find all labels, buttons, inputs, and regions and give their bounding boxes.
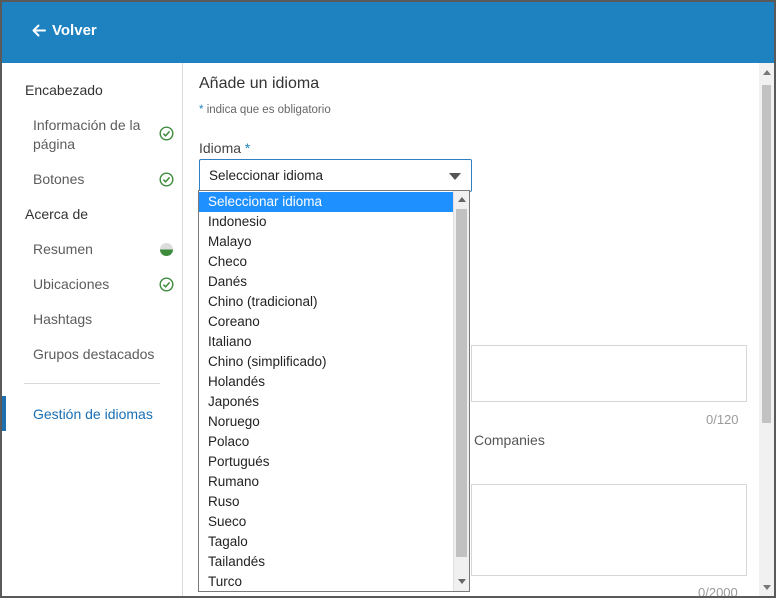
page-scrollbar[interactable] <box>759 63 774 596</box>
back-label: Volver <box>52 22 97 39</box>
dropdown-option[interactable]: Indonesio <box>199 212 454 232</box>
sidebar-item-label-line1: Información de la <box>33 117 141 133</box>
dropdown-option[interactable]: Seleccionar idioma <box>199 192 454 212</box>
dropdown-option[interactable]: Coreano <box>199 312 454 332</box>
sidebar-section-acerca-de: Acerca de <box>25 206 89 222</box>
sidebar-item-botones[interactable]: Botones <box>33 170 84 189</box>
sidebar-item-info-pagina[interactable]: Información de la página <box>33 116 140 154</box>
check-circle-icon <box>159 172 174 187</box>
dropdown-options: Seleccionar idioma Indonesio Malayo Checo Da… <box>199 192 454 591</box>
scroll-down-icon[interactable] <box>763 585 771 590</box>
check-circle-icon <box>159 277 174 292</box>
caret-down-icon <box>449 173 461 180</box>
sidebar-item-grupos-destacados[interactable]: Grupos destacados <box>33 345 154 364</box>
sidebar-item-gestion-idiomas[interactable]: Gestión de idiomas <box>33 406 153 422</box>
header-bar: Volver <box>2 2 774 63</box>
dropdown-option[interactable]: Chino (tradicional) <box>199 292 454 312</box>
sidebar-section-encabezado: Encabezado <box>25 82 103 98</box>
dropdown-option[interactable]: Checo <box>199 252 454 272</box>
sidebar-divider <box>24 383 160 384</box>
scroll-down-icon[interactable] <box>458 579 466 584</box>
dropdown-option[interactable]: Ruso <box>199 492 454 512</box>
dropdown-option[interactable]: Rumano <box>199 472 454 492</box>
sidebar-item-label-line2: página <box>33 136 76 152</box>
sidebar-item-hashtags[interactable]: Hashtags <box>33 310 92 329</box>
language-dropdown-list: Seleccionar idioma Indonesio Malayo Checo Da… <box>198 190 470 592</box>
language-select-value: Seleccionar idioma <box>209 168 324 183</box>
dropdown-option[interactable]: Noruego <box>199 412 454 432</box>
scroll-up-icon[interactable] <box>458 197 466 202</box>
dropdown-option[interactable]: Portugués <box>199 452 454 472</box>
scroll-up-icon[interactable] <box>763 70 771 75</box>
required-note: * indica que es obligatorio <box>199 104 331 116</box>
language-label-text: Idioma <box>199 140 242 156</box>
dropdown-scrollbar[interactable] <box>453 191 469 591</box>
back-button[interactable]: Volver <box>32 22 97 39</box>
dropdown-option[interactable]: Tailandés <box>199 552 454 572</box>
companies-text: Companies <box>474 432 545 448</box>
page-title: Añade un idioma <box>199 75 320 92</box>
language-label: Idioma * <box>199 140 250 156</box>
required-note-text: indica que es obligatorio <box>206 104 331 116</box>
active-indicator <box>2 396 6 431</box>
arrow-left-icon <box>32 24 46 37</box>
half-filled-circle-icon <box>160 243 173 256</box>
dropdown-option[interactable]: Italiano <box>199 332 454 352</box>
headline-char-count: 0/120 <box>706 412 739 427</box>
scrollbar-thumb[interactable] <box>762 85 771 423</box>
sidebar: Encabezado Información de la página Boto… <box>2 63 183 596</box>
dropdown-option[interactable]: Turco <box>199 572 454 591</box>
dropdown-option[interactable]: Tagalo <box>199 532 454 552</box>
required-star: * <box>199 104 204 116</box>
check-circle-icon <box>159 126 174 141</box>
headline-textarea[interactable] <box>471 345 747 402</box>
language-select[interactable]: Seleccionar idioma <box>199 159 472 192</box>
dropdown-option[interactable]: Polaco <box>199 432 454 452</box>
description-textarea[interactable] <box>471 484 747 576</box>
required-star: * <box>244 140 251 156</box>
dropdown-option[interactable]: Sueco <box>199 512 454 532</box>
dropdown-option[interactable]: Danés <box>199 272 454 292</box>
sidebar-item-resumen[interactable]: Resumen <box>33 240 93 259</box>
dropdown-option[interactable]: Japonés <box>199 392 454 412</box>
dropdown-option[interactable]: Malayo <box>199 232 454 252</box>
dropdown-scrollbar-thumb[interactable] <box>456 209 467 557</box>
description-char-count: 0/2000 <box>698 585 738 596</box>
dropdown-option[interactable]: Holandés <box>199 372 454 392</box>
sidebar-item-ubicaciones[interactable]: Ubicaciones <box>33 275 109 294</box>
dropdown-option[interactable]: Chino (simplificado) <box>199 352 454 372</box>
